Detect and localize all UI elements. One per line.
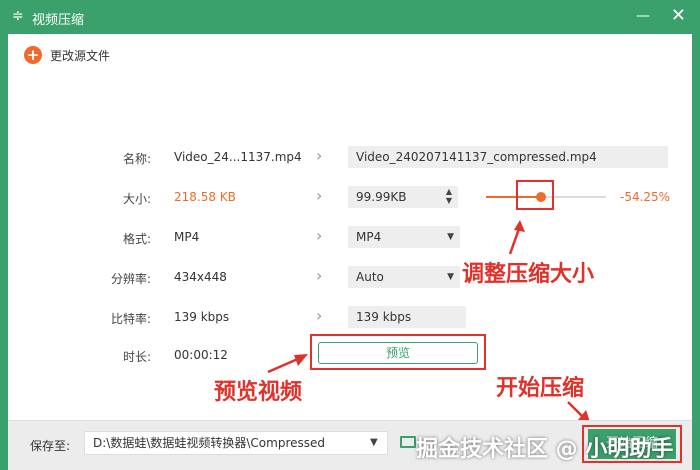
- window-title: 视频压缩: [32, 13, 85, 28]
- equalizer-icon: ≑: [12, 8, 24, 24]
- plus-icon: +: [24, 46, 42, 64]
- source-resolution: 434x448: [174, 270, 227, 284]
- resolution-select-value: Auto: [356, 270, 384, 284]
- resolution-label: 分辨率:: [110, 272, 151, 286]
- source-bitrate: 139 kbps: [174, 310, 230, 324]
- chevron-down-icon: ▼: [447, 272, 454, 282]
- stepper-icon[interactable]: ▲ ▼: [446, 187, 452, 205]
- name-label: 名称:: [122, 152, 151, 166]
- annotation-arrow-right: [267, 354, 308, 374]
- chevron-down-icon[interactable]: ▼: [370, 437, 378, 448]
- format-label: 格式:: [122, 232, 151, 246]
- chevron-down-icon: ▼: [447, 232, 454, 242]
- source-format: MP4: [174, 230, 200, 244]
- target-size-value: 99.99KB: [356, 190, 407, 204]
- bottom-bar: 保存至: D:\数据蛙\数据蛙视频转换器\Compressed ▼ 开始压缩 掘…: [8, 420, 692, 470]
- highlight-box-preview: [310, 334, 486, 370]
- chevron-right-icon: ›: [316, 266, 323, 285]
- format-select-value: MP4: [356, 230, 382, 244]
- resolution-select[interactable]: Auto ▼: [348, 266, 460, 288]
- source-size: 218.58 KB: [174, 190, 236, 204]
- chevron-right-icon: ›: [316, 186, 323, 205]
- source-name: Video_24...1137.mp4: [174, 150, 302, 164]
- duration-label: 时长:: [122, 350, 151, 364]
- format-select[interactable]: MP4 ▼: [348, 226, 460, 248]
- annotation-adjust-size: 调整压缩大小: [462, 262, 595, 287]
- save-path-field[interactable]: D:\数据蛙\数据蛙视频转换器\Compressed: [84, 431, 388, 455]
- annotation-arrow-up: [508, 220, 525, 255]
- folder-icon[interactable]: [400, 436, 416, 448]
- change-source-label: 更改源文件: [50, 48, 111, 63]
- chevron-right-icon: ›: [316, 146, 323, 165]
- bitrate-field[interactable]: 139 kbps: [348, 306, 466, 328]
- minimize-button[interactable]: —: [636, 8, 650, 24]
- bitrate-label: 比特率:: [110, 312, 151, 326]
- close-button[interactable]: ✕: [671, 5, 686, 26]
- change-source-button[interactable]: + 更改源文件: [24, 44, 110, 66]
- save-to-label: 保存至:: [30, 439, 71, 453]
- size-reduction-percent: -54.25%: [620, 190, 671, 204]
- target-size-field[interactable]: 99.99KB ▲ ▼: [348, 186, 458, 208]
- chevron-right-icon: ›: [316, 226, 323, 245]
- main-panel: + 更改源文件 名称: Video_24...1137.mp4 › Video_…: [8, 34, 692, 470]
- watermark: 掘金技术社区 @ 小明助手: [416, 437, 674, 462]
- title-bar: ≑ 视频压缩 — ✕: [0, 0, 700, 34]
- output-name-field[interactable]: Video_240207141137_compressed.mp4: [348, 146, 668, 168]
- source-duration: 00:00:12: [174, 348, 228, 362]
- annotation-preview-video: 预览视频: [214, 380, 303, 405]
- size-label: 大小:: [122, 192, 151, 206]
- highlight-box-slider: [516, 180, 554, 210]
- chevron-right-icon: ›: [316, 306, 323, 325]
